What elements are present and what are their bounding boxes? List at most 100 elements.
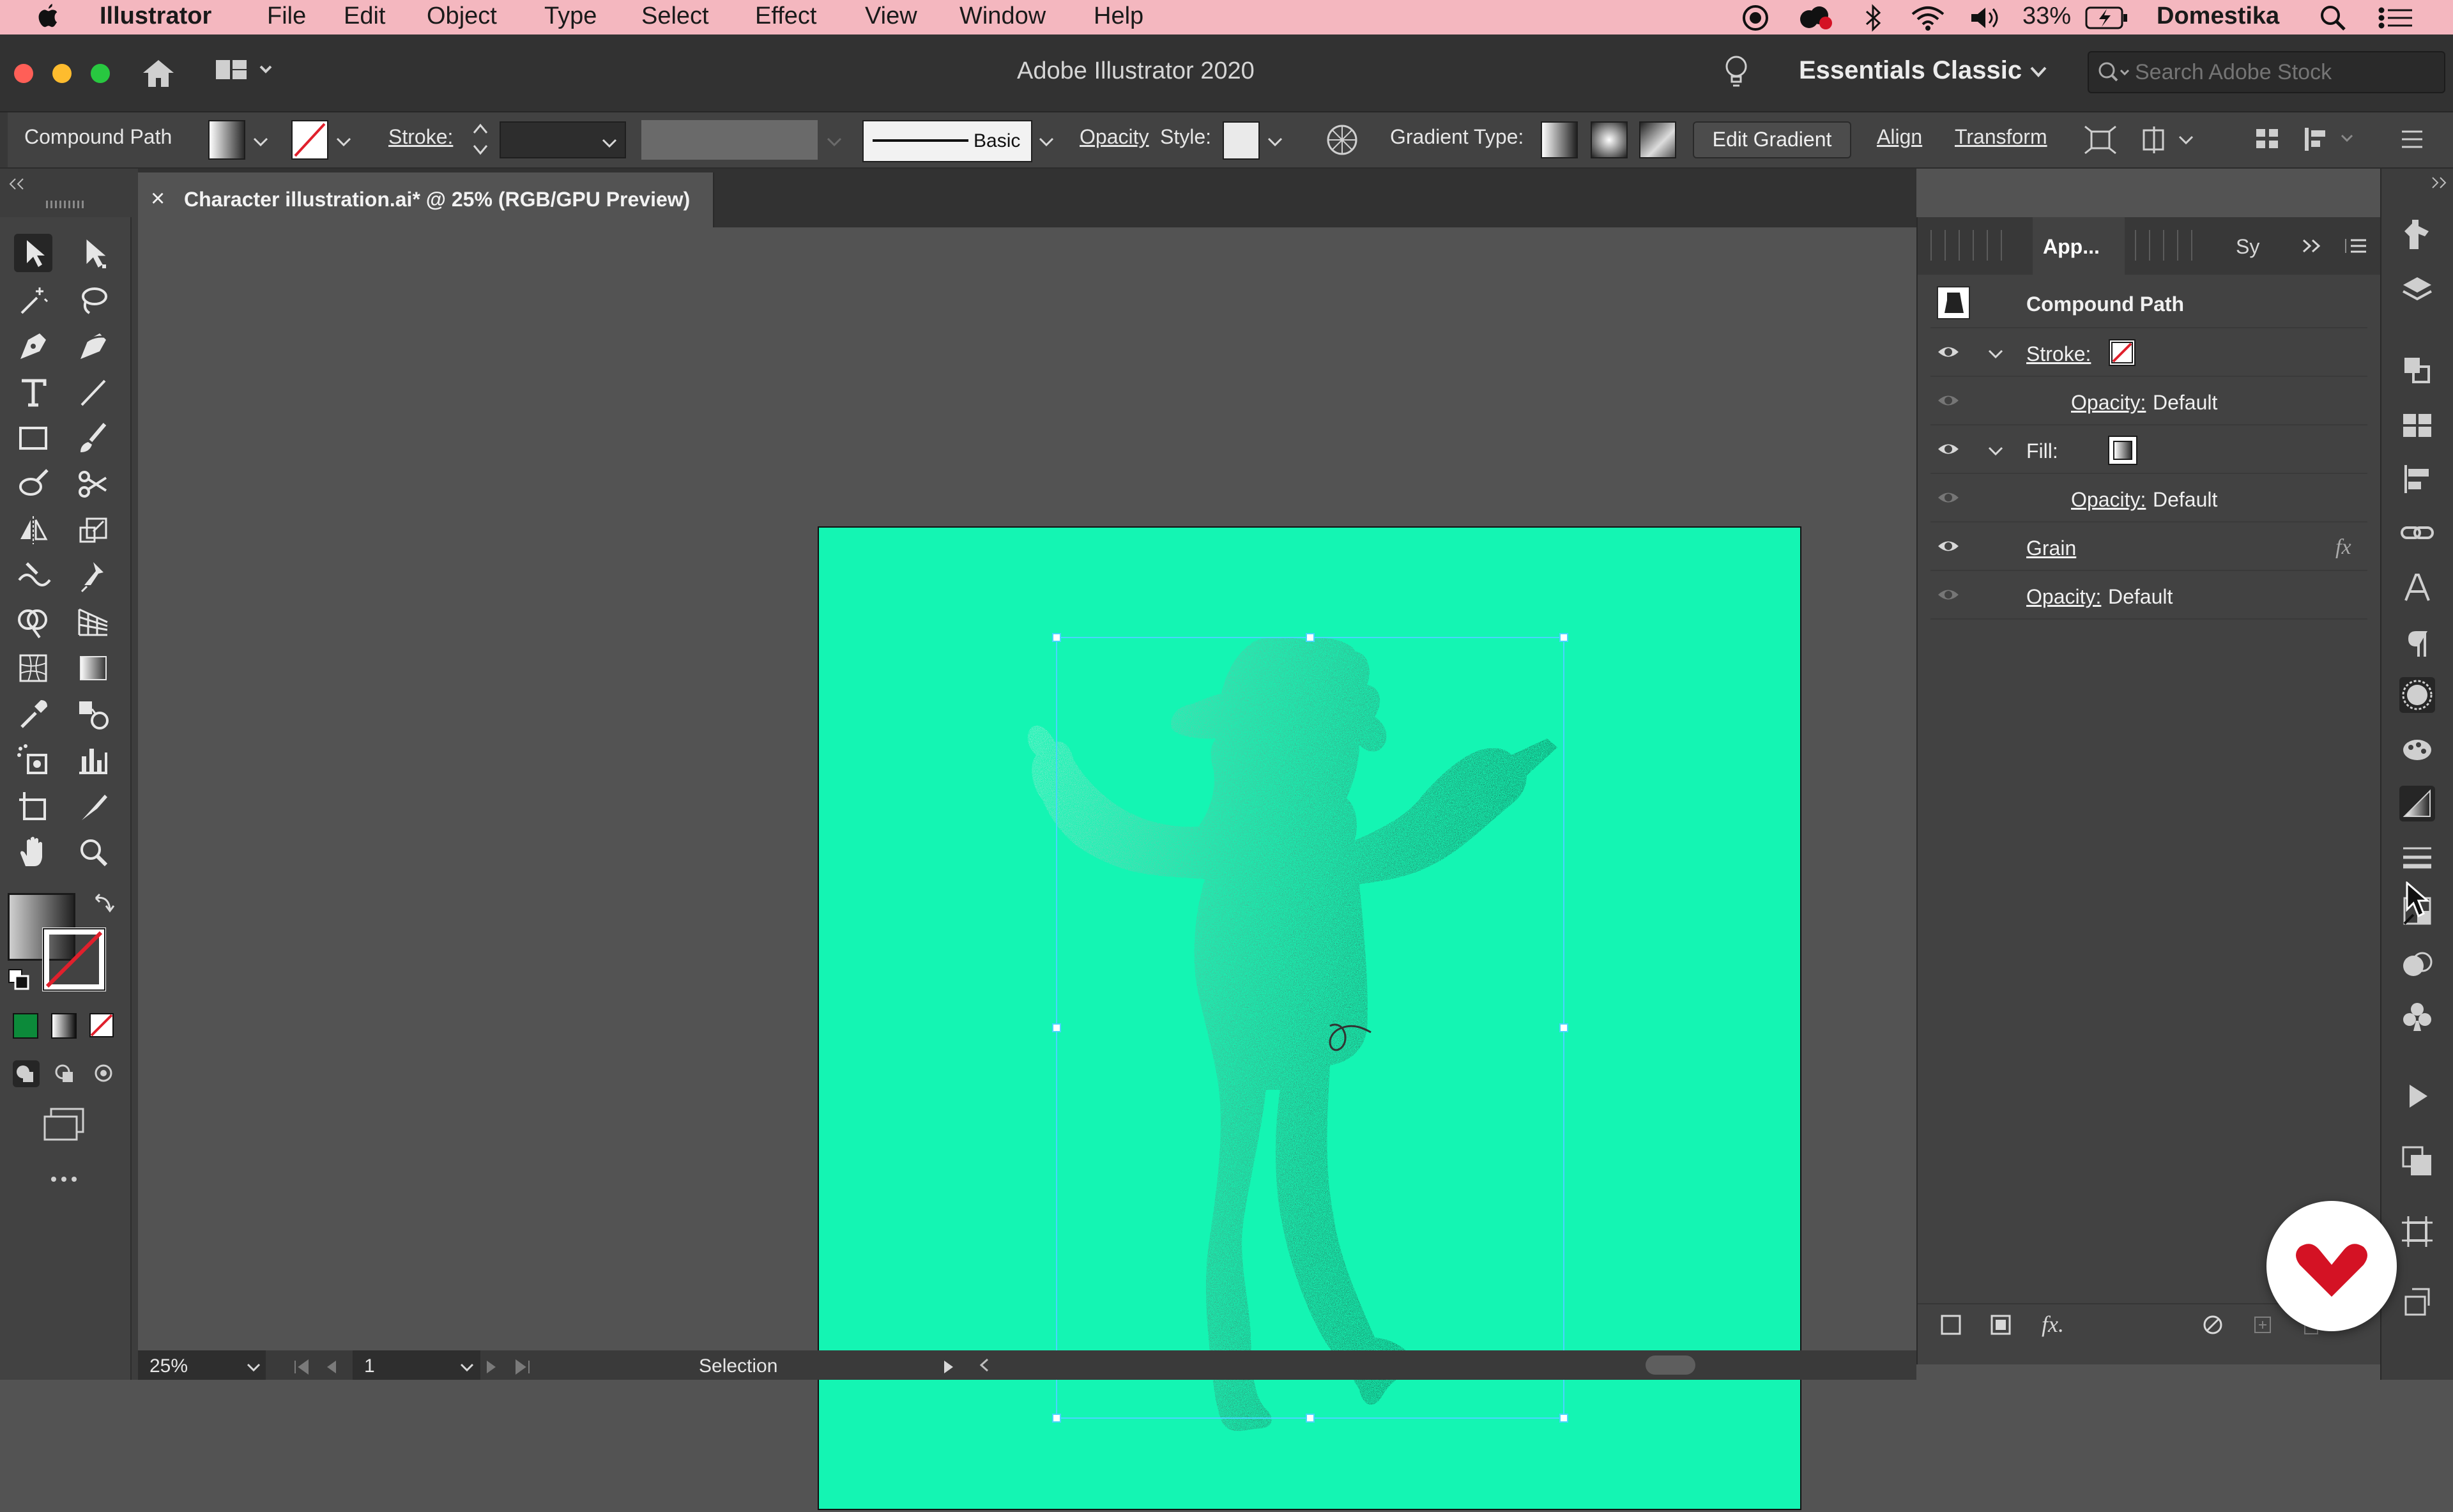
visibility-eye-icon[interactable] bbox=[1937, 439, 1960, 459]
status-menu-icon[interactable] bbox=[943, 1358, 956, 1380]
shape-builder-options-icon[interactable] bbox=[2141, 124, 2199, 161]
home-icon[interactable] bbox=[141, 57, 176, 93]
character-icon[interactable] bbox=[2399, 570, 2435, 606]
graphic-style-swatch[interactable] bbox=[1223, 121, 1260, 160]
puppet-warp-tool-icon[interactable] bbox=[74, 557, 112, 595]
asset-export-icon[interactable] bbox=[2399, 1283, 2435, 1318]
stroke-label[interactable]: Stroke: bbox=[388, 125, 453, 149]
panel-menu-icon[interactable] bbox=[2344, 236, 2367, 259]
mesh-tool-icon[interactable] bbox=[14, 649, 52, 687]
stroke-color-swatch[interactable] bbox=[291, 120, 328, 160]
canvas-area[interactable] bbox=[138, 227, 1916, 1510]
add-new-fill-icon[interactable] bbox=[1989, 1313, 2012, 1340]
chevron-down-icon[interactable] bbox=[252, 132, 270, 155]
draw-behind-icon[interactable] bbox=[51, 1059, 80, 1092]
draw-normal-icon[interactable] bbox=[11, 1059, 41, 1092]
control-bar-menu-icon[interactable] bbox=[2399, 128, 2425, 156]
volume-icon[interactable] bbox=[1969, 4, 2002, 38]
menu-type[interactable]: Type bbox=[544, 3, 597, 30]
stroke-swatch[interactable] bbox=[40, 926, 108, 993]
artboards-icon[interactable] bbox=[2399, 1214, 2435, 1249]
close-tab-icon[interactable]: × bbox=[151, 185, 165, 213]
layers-icon[interactable] bbox=[2399, 272, 2435, 308]
menu-edit[interactable]: Edit bbox=[344, 3, 385, 30]
wifi-icon[interactable] bbox=[1910, 4, 1946, 38]
collapse-panel-icon[interactable] bbox=[8, 178, 26, 194]
symbols-icon[interactable] bbox=[2399, 999, 2435, 1035]
zoom-tool-icon[interactable] bbox=[74, 833, 112, 871]
hand-tool-icon[interactable] bbox=[14, 833, 52, 871]
add-new-effect-icon[interactable]: fx. bbox=[2042, 1311, 2064, 1338]
reflect-tool-icon[interactable] bbox=[14, 511, 52, 549]
stroke-attribute-row[interactable]: Stroke: bbox=[1930, 328, 2367, 377]
menu-select[interactable]: Select bbox=[641, 3, 709, 30]
menu-object[interactable]: Object bbox=[427, 3, 497, 30]
fill-attribute-label[interactable]: Fill: bbox=[2026, 439, 2058, 463]
isolate-selected-icon[interactable] bbox=[2084, 124, 2117, 161]
chevron-down-icon[interactable] bbox=[1987, 344, 2005, 367]
chevron-down-icon[interactable] bbox=[1266, 132, 1284, 155]
horizontal-scrollbar[interactable] bbox=[975, 1355, 1888, 1375]
collapsed-tab-grip[interactable] bbox=[2135, 230, 2205, 261]
last-artboard-icon[interactable] bbox=[514, 1358, 531, 1380]
draw-inside-icon[interactable] bbox=[89, 1059, 119, 1092]
menu-app-name[interactable]: Illustrator bbox=[100, 3, 211, 30]
add-new-stroke-icon[interactable] bbox=[1939, 1313, 1962, 1340]
color-guide-icon[interactable] bbox=[2399, 947, 2435, 982]
clear-appearance-icon[interactable] bbox=[2201, 1313, 2224, 1340]
menu-effect[interactable]: Effect bbox=[755, 3, 816, 30]
menu-view[interactable]: View bbox=[865, 3, 917, 30]
stroke-attribute-label[interactable]: Stroke: bbox=[2026, 342, 2091, 366]
edit-toolbar-more-icon[interactable] bbox=[49, 1173, 80, 1189]
grain-effect-label[interactable]: Grain bbox=[2026, 537, 2076, 560]
stroke-opacity-label[interactable]: Opacity: bbox=[2071, 391, 2146, 415]
screen-mode-icon[interactable] bbox=[42, 1106, 88, 1145]
rectangle-tool-icon[interactable] bbox=[14, 419, 52, 457]
align-link[interactable]: Align bbox=[1877, 125, 1922, 149]
swap-fill-stroke-icon[interactable] bbox=[92, 892, 115, 918]
collapse-dock-icon[interactable] bbox=[2430, 176, 2448, 192]
appearance-object-row[interactable]: Compound Path bbox=[1930, 279, 2367, 328]
fx-icon[interactable]: fx bbox=[2335, 535, 2351, 560]
menu-file[interactable]: File bbox=[267, 3, 306, 30]
close-window-button[interactable] bbox=[14, 64, 33, 83]
chevron-down-icon[interactable] bbox=[335, 132, 353, 155]
shape-builder-tool-icon[interactable] bbox=[14, 603, 52, 641]
panel-expand-icon[interactable] bbox=[2301, 236, 2323, 259]
scrollbar-thumb[interactable] bbox=[1646, 1355, 1695, 1375]
scale-tool-icon[interactable] bbox=[74, 511, 112, 549]
menu-window[interactable]: Window bbox=[959, 3, 1046, 30]
paragraph-icon[interactable] bbox=[2399, 625, 2435, 661]
first-artboard-icon[interactable] bbox=[293, 1358, 310, 1380]
chevron-down-icon[interactable] bbox=[459, 1358, 475, 1380]
toolbox-grip[interactable] bbox=[46, 201, 84, 208]
selection-tool-icon[interactable] bbox=[14, 234, 52, 272]
default-fill-stroke-icon[interactable] bbox=[8, 968, 31, 995]
radial-gradient-button[interactable] bbox=[1591, 121, 1628, 158]
creative-cloud-icon[interactable] bbox=[1796, 4, 1835, 38]
user-name[interactable]: Domestika bbox=[2157, 3, 2279, 30]
warp-tool-icon[interactable] bbox=[14, 557, 52, 595]
column-graph-tool-icon[interactable] bbox=[74, 741, 112, 779]
color-mode-button[interactable] bbox=[13, 1013, 38, 1039]
line-segment-tool-icon[interactable] bbox=[74, 373, 112, 411]
stroke-none-swatch[interactable] bbox=[2108, 339, 2136, 366]
object-opacity-label[interactable]: Opacity: bbox=[2026, 585, 2101, 609]
next-artboard-icon[interactable] bbox=[485, 1358, 498, 1380]
blend-tool-icon[interactable] bbox=[74, 695, 112, 733]
stroke-weight-stepper[interactable] bbox=[470, 120, 491, 164]
fill-opacity-row[interactable]: Opacity: Default bbox=[1930, 474, 2367, 523]
chevron-down-icon[interactable] bbox=[1037, 132, 1055, 155]
record-icon[interactable] bbox=[1741, 4, 1769, 38]
actions-play-icon[interactable] bbox=[2399, 1078, 2435, 1114]
tab-symbols[interactable]: Sy bbox=[2236, 235, 2259, 259]
gradient-mode-button[interactable] bbox=[51, 1013, 77, 1039]
grip-handle[interactable] bbox=[0, 112, 8, 167]
arrange-grid-icon[interactable] bbox=[2255, 126, 2283, 157]
search-adobe-stock-field[interactable] bbox=[2088, 51, 2445, 93]
scissors-tool-icon[interactable] bbox=[74, 465, 112, 503]
perspective-grid-tool-icon[interactable] bbox=[74, 603, 112, 641]
fill-opacity-label[interactable]: Opacity: bbox=[2071, 488, 2146, 512]
edit-gradient-button[interactable]: Edit Gradient bbox=[1693, 121, 1851, 158]
lasso-tool-icon[interactable] bbox=[74, 281, 112, 319]
